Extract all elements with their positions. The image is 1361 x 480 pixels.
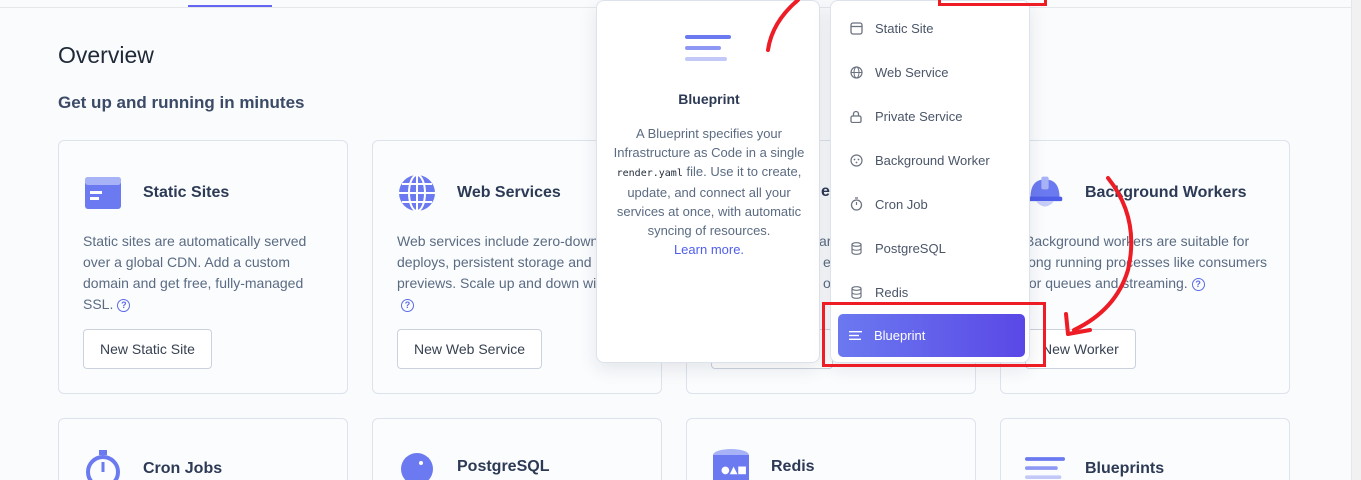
card-blueprints: Blueprints — [1000, 418, 1290, 480]
globe-icon — [397, 173, 437, 213]
svg-text:●▲■: ●▲■ — [721, 465, 747, 476]
card-title: Background Workers — [1085, 184, 1247, 201]
dropdown-item-background-worker[interactable]: Background Worker — [839, 140, 1025, 180]
popover-title: Blueprint — [678, 91, 740, 107]
globe-icon — [849, 65, 863, 79]
dropdown-item-web-service[interactable]: Web Service — [839, 52, 1025, 92]
stopwatch-icon — [83, 449, 123, 480]
dropdown-item-postgresql[interactable]: PostgreSQL — [839, 228, 1025, 268]
help-icon[interactable]: ? — [117, 298, 131, 312]
code-filename: render.yaml — [616, 168, 683, 179]
dropdown-item-cron-job[interactable]: Cron Job — [839, 184, 1025, 224]
card-title: Redis — [771, 458, 815, 475]
help-icon[interactable]: ? — [401, 298, 414, 312]
new-static-site-button[interactable]: New Static Site — [83, 329, 212, 369]
dropdown-item-static-site[interactable]: Static Site — [839, 8, 1025, 48]
popover-description: A Blueprint specifies your Infrastructur… — [613, 126, 805, 257]
page-subtitle: Get up and running in minutes — [58, 93, 305, 112]
card-postgresql: PostgreSQL — [372, 418, 662, 480]
annotation-highlight-box-top — [938, 0, 1047, 6]
card-title: Static Sites — [143, 184, 230, 201]
worker-icon — [849, 153, 863, 167]
blueprint-icon — [1025, 449, 1065, 480]
elephant-icon — [397, 447, 437, 480]
dropdown-item-private-service[interactable]: Private Service — [839, 96, 1025, 136]
lock-icon — [849, 109, 863, 123]
card-static-sites: Static Sites Static sites are automatica… — [58, 140, 348, 394]
static-site-icon — [83, 173, 123, 213]
stopwatch-icon — [849, 197, 863, 211]
card-description: Background workers are suitable for long… — [1025, 233, 1268, 291]
card-redis: ●▲■ Redis — [686, 418, 976, 480]
hardhat-worker-icon — [1025, 173, 1065, 213]
static-site-icon — [849, 21, 863, 35]
database-icon — [849, 285, 863, 299]
new-web-service-button[interactable]: New Web Service — [397, 329, 543, 369]
help-icon[interactable]: ? — [1191, 277, 1205, 291]
scrollbar[interactable] — [1351, 0, 1361, 480]
card-cron-jobs: Cron Jobs — [58, 418, 348, 480]
blueprint-info-popover: Blueprint A Blueprint specifies your Inf… — [596, 0, 820, 363]
card-title: Web Services — [457, 184, 561, 201]
learn-more-link[interactable]: Learn more. — [674, 242, 744, 257]
card-title: Cron Jobs — [143, 460, 223, 477]
card-description: Static sites are automatically served ov… — [83, 233, 307, 312]
active-tab-indicator — [188, 5, 272, 7]
database-icon — [849, 241, 863, 255]
card-title: PostgreSQL — [457, 458, 550, 475]
annotation-highlight-box — [822, 302, 1046, 367]
card-title: Blueprints — [1085, 460, 1165, 477]
page-title: Overview — [58, 42, 154, 68]
redis-database-icon: ●▲■ — [711, 447, 751, 480]
blueprint-icon — [685, 33, 731, 72]
